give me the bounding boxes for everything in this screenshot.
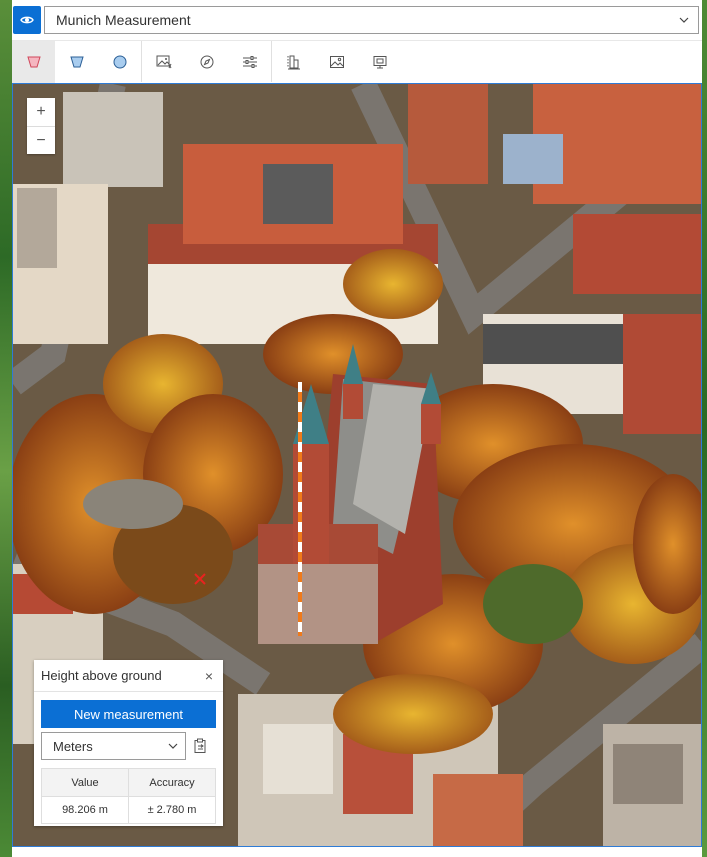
circle-icon: [113, 55, 126, 69]
column-header-accuracy: Accuracy: [128, 769, 215, 796]
chevron-down-icon: [670, 17, 698, 23]
presentation-tool[interactable]: [358, 41, 401, 83]
close-icon[interactable]: ×: [195, 668, 223, 684]
sliders-icon: [242, 56, 257, 68]
foliage-right-edge: [702, 0, 707, 857]
settings-tool[interactable]: [228, 41, 271, 83]
measurement-value: 98.206 m: [62, 804, 108, 816]
copy-to-clipboard-button[interactable]: [186, 732, 214, 760]
layer-select-value: Munich Measurement: [56, 12, 191, 28]
trapezoid-inverted-icon: [69, 56, 84, 68]
eye-icon: [20, 16, 34, 24]
zoom-control: + −: [27, 98, 55, 154]
height-measurement-widget: Height above ground × New measurement Me…: [34, 660, 223, 826]
table-row: 98.206 m ± 2.780 m: [42, 796, 215, 823]
zoom-out-button[interactable]: −: [27, 126, 55, 154]
unit-select-value: Meters: [53, 738, 93, 754]
slice-tool[interactable]: [55, 41, 98, 83]
map-view[interactable]: + − Height above ground × New measuremen…: [12, 83, 702, 847]
circle-tool[interactable]: [98, 41, 141, 83]
building-height-icon: [287, 55, 300, 70]
picture-icon: [329, 56, 344, 68]
layer-visibility-button[interactable]: [13, 6, 41, 34]
widget-title: Height above ground: [41, 668, 162, 683]
image-icon: [156, 55, 171, 69]
toolbar: [12, 40, 702, 83]
widget-header: Height above ground ×: [34, 660, 223, 692]
header: Munich Measurement: [12, 0, 702, 40]
unit-select[interactable]: Meters: [41, 732, 186, 760]
unit-row: Meters: [41, 732, 216, 760]
bottom-strip: [12, 848, 702, 857]
layer-select[interactable]: Munich Measurement: [44, 6, 699, 34]
measurement-result-table: Value Accuracy 98.206 m ± 2.780 m: [41, 768, 216, 824]
height-measure-tool[interactable]: [272, 41, 315, 83]
area-measure-tool[interactable]: [12, 41, 55, 83]
foliage-left-edge: [0, 0, 12, 857]
image-layer-tool[interactable]: [142, 41, 185, 83]
basemap-tool[interactable]: [315, 41, 358, 83]
compass-tool[interactable]: [185, 41, 228, 83]
monitor-icon: [373, 56, 386, 69]
column-header-value: Value: [71, 776, 99, 789]
clipboard-icon: [194, 738, 206, 753]
new-measurement-button[interactable]: New measurement: [41, 700, 216, 728]
compass-icon: [200, 55, 213, 69]
zoom-in-button[interactable]: +: [27, 98, 55, 126]
measurement-accuracy: ± 2.780 m: [128, 797, 215, 823]
table-header-row: Value Accuracy: [42, 769, 215, 796]
trapezoid-icon: [26, 56, 41, 68]
chevron-down-icon: [161, 743, 185, 749]
